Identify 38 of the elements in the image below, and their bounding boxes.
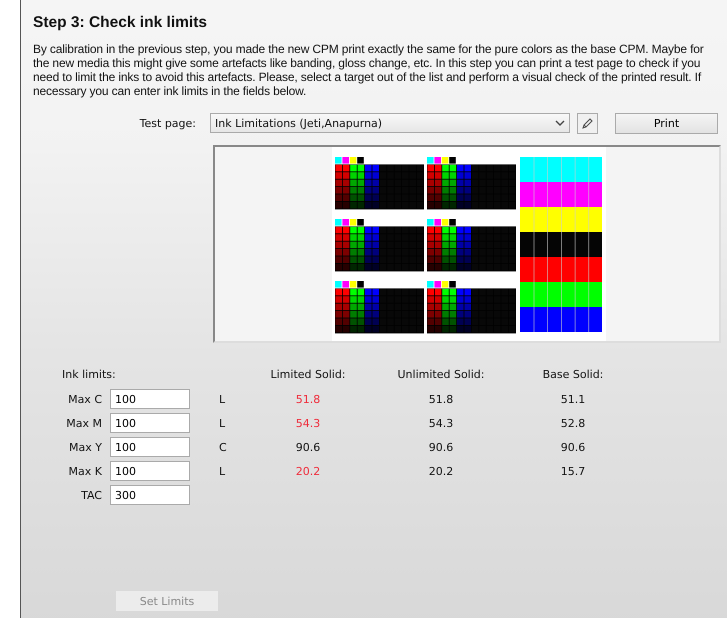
flag-text: C — [218, 440, 228, 454]
unlimited-value: 20.2 — [428, 464, 454, 478]
flag-text: L — [218, 392, 226, 406]
column-header: Base Solid: — [542, 366, 604, 382]
ink-label: Max K — [68, 464, 103, 478]
step-title: Step 3: Check ink limits — [33, 14, 208, 32]
unlimited-value: 54.3 — [428, 416, 454, 430]
flag-text: L — [218, 416, 226, 430]
base-value: 51.1 — [560, 392, 586, 406]
test-page-label: Test page: — [138, 116, 196, 130]
ink-label: Max C — [67, 392, 103, 406]
ink-limit-field[interactable]: 300 — [110, 485, 190, 505]
limited-value: 90.6 — [294, 440, 322, 454]
unlimited-value: 90.6 — [428, 440, 454, 454]
base-value: 52.8 — [560, 416, 586, 430]
ink-limit-field[interactable]: 100 — [110, 437, 190, 457]
base-value: 90.6 — [560, 440, 586, 454]
print-button[interactable]: Print — [615, 112, 718, 134]
test-page-dropdown[interactable]: Ink Limitations (Jeti,Anapurna) — [210, 113, 570, 133]
ink-limit-field[interactable]: 100 — [110, 413, 190, 433]
unlimited-value: 51.8 — [428, 392, 454, 406]
limited-value: 20.2 — [294, 464, 322, 478]
limited-value: 51.8 — [294, 392, 322, 406]
pencil-icon — [581, 116, 594, 130]
instructions-paragraph: By calibration in the previous step, you made the new CPM print exactly the same for the pure colors as the base CPM. Maybe for the new media this might give some artefacts like banding, gloss change, etc. In this step you can print a test page to check if you need to limit the inks to avoid this artefacts. Please, select a target out of the list and perform a visual check of the printed result. If necessary you can enter ink limits in the fields below. — [33, 42, 705, 98]
ink-limits-label: Ink limits: — [61, 366, 117, 382]
column-header: Limited Solid: — [269, 366, 347, 382]
flag-text: L — [218, 464, 226, 478]
limited-value: 54.3 — [294, 416, 322, 430]
ink-limit-field[interactable]: 100 — [110, 389, 190, 409]
ink-label: Max M — [65, 416, 103, 430]
base-value: 15.7 — [560, 464, 586, 478]
edit-button[interactable] — [577, 112, 598, 134]
ink-label: Max Y — [68, 440, 103, 454]
chevron-icon — [555, 120, 565, 126]
ink-label: TAC — [80, 488, 103, 502]
ink-limit-field[interactable]: 100 — [110, 461, 190, 481]
column-header: Unlimited Solid: — [396, 366, 486, 382]
